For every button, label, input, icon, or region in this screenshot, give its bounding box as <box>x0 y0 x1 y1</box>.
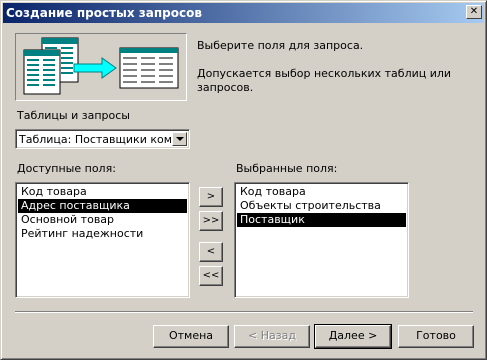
intro-text-line3: запросов. <box>197 81 254 94</box>
tables-combobox-value: Таблица: Поставщики компании <box>19 133 171 146</box>
window-title: Создание простых запросов <box>6 6 202 20</box>
list-item[interactable]: Основной товар <box>18 213 187 227</box>
intro-text-line1: Выберите поля для запроса. <box>197 39 364 52</box>
wizard-illustration <box>15 33 187 101</box>
add-field-button[interactable]: > <box>199 187 223 207</box>
available-fields-label: Доступные поля: <box>17 162 116 175</box>
list-item[interactable]: Поставщик <box>237 213 406 227</box>
tables-combobox[interactable]: Таблица: Поставщики компании <box>15 129 190 149</box>
list-item[interactable]: Рейтинг надежности <box>18 227 187 241</box>
back-button[interactable]: < Назад <box>234 325 310 348</box>
list-item[interactable]: Объекты строительства <box>237 199 406 213</box>
title-bar: Создание простых запросов ✕ <box>3 3 484 23</box>
list-item[interactable]: Код товара <box>18 185 187 199</box>
wizard-window: Создание простых запросов ✕ Выберите пол… <box>0 0 487 360</box>
finish-button[interactable]: Готово <box>398 325 474 348</box>
separator <box>15 311 473 313</box>
chevron-down-icon[interactable] <box>172 132 187 146</box>
list-item[interactable]: Код товара <box>237 185 406 199</box>
close-icon[interactable]: ✕ <box>466 5 482 19</box>
next-button[interactable]: Далее > <box>314 324 392 349</box>
intro-text-line2: Допускается выбор нескольких таблиц или <box>197 67 452 80</box>
tables-label: Таблицы и запросы <box>17 109 130 122</box>
selected-fields-label: Выбранные поля: <box>236 162 338 175</box>
list-item[interactable]: Адрес поставщика <box>18 199 187 213</box>
remove-all-fields-button[interactable]: << <box>199 266 223 286</box>
remove-field-button[interactable]: < <box>199 242 223 262</box>
tables-to-query-icon <box>23 37 179 95</box>
selected-fields-list[interactable]: Код товара Объекты строительства Поставщик <box>234 182 409 298</box>
available-fields-list[interactable]: Код товара Адрес поставщика Основной товар… <box>15 182 190 298</box>
add-all-fields-button[interactable]: >> <box>199 211 223 231</box>
cancel-button[interactable]: Отмена <box>153 325 229 348</box>
